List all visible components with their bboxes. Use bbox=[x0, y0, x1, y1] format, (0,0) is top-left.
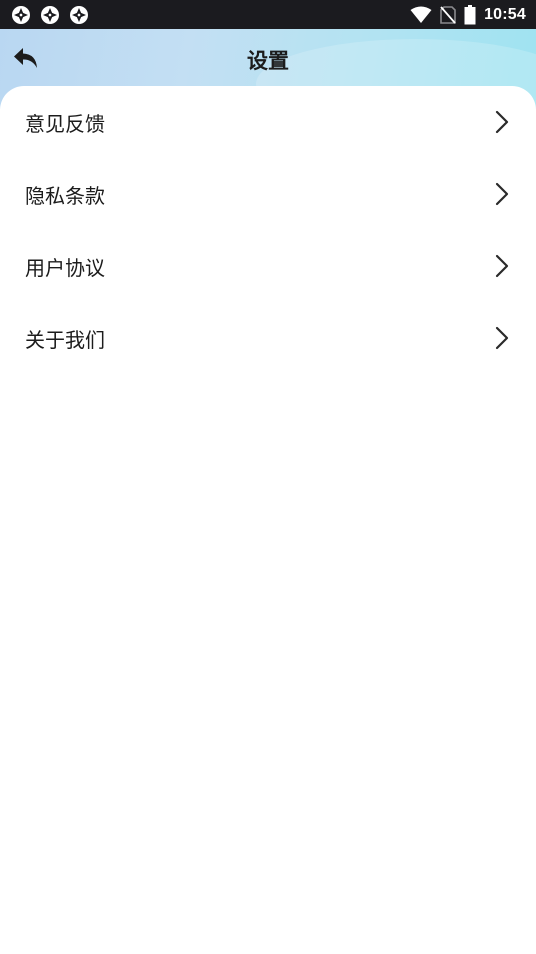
page-title: 设置 bbox=[247, 49, 289, 73]
menu-item-label: 意见反馈 bbox=[25, 111, 105, 136]
battery-icon bbox=[464, 5, 476, 25]
menu-item-label: 用户协议 bbox=[25, 255, 105, 280]
app-notification-icon bbox=[41, 6, 59, 24]
chevron-right-icon bbox=[495, 326, 509, 350]
wifi-icon bbox=[410, 6, 432, 23]
menu-item-label: 隐私条款 bbox=[25, 183, 105, 208]
chevron-right-icon bbox=[495, 182, 509, 206]
status-app-icons bbox=[11, 5, 89, 25]
menu-item-label: 关于我们 bbox=[25, 327, 105, 352]
menu-item-privacy[interactable]: 隐私条款 bbox=[0, 158, 536, 230]
settings-menu: 意见反馈 隐私条款 用户协议 关于我们 bbox=[0, 86, 536, 374]
status-bar: 10:54 bbox=[0, 0, 536, 29]
status-system-icons: 10:54 bbox=[410, 4, 526, 26]
menu-item-feedback[interactable]: 意见反馈 bbox=[0, 86, 536, 158]
app-notification-icon bbox=[70, 6, 88, 24]
settings-panel: 意见反馈 隐私条款 用户协议 关于我们 bbox=[0, 86, 536, 954]
chevron-right-icon bbox=[495, 110, 509, 134]
app-notification-icon bbox=[12, 6, 30, 24]
menu-item-about-us[interactable]: 关于我们 bbox=[0, 302, 536, 374]
status-time: 10:54 bbox=[484, 6, 526, 23]
chevron-right-icon bbox=[495, 254, 509, 278]
menu-item-user-agreement[interactable]: 用户协议 bbox=[0, 230, 536, 302]
no-sim-icon bbox=[440, 6, 456, 24]
